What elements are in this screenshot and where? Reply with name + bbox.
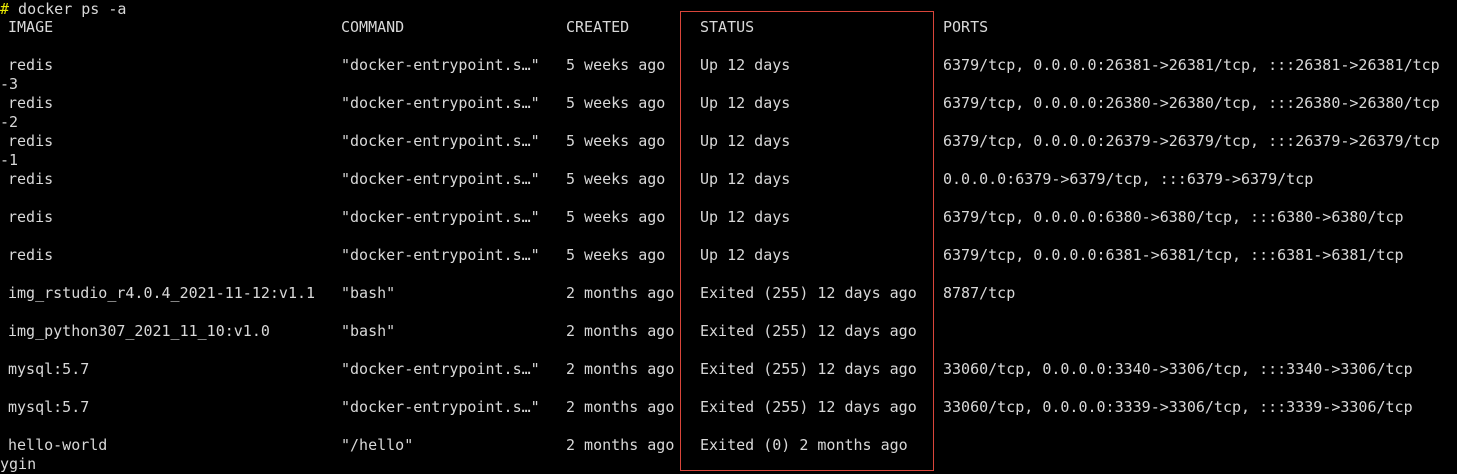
cell-ports: 33060/tcp, 0.0.0.0:3340->3306/tcp, :::33… [943, 360, 1413, 378]
wrapped-line-fragment: -3 [0, 75, 19, 93]
cell-ports: 6379/tcp, 0.0.0.0:26380->26380/tcp, :::2… [943, 94, 1440, 112]
cell-command: "bash" [341, 322, 396, 340]
cell-ports: 6379/tcp, 0.0.0.0:6381->6381/tcp, :::638… [943, 246, 1404, 264]
cell-command: "docker-entrypoint.s…" [341, 208, 540, 226]
cell-command: "docker-entrypoint.s…" [341, 170, 540, 188]
wrapped-line-fragment: ygin [0, 455, 37, 473]
header-ports: PORTS [943, 18, 989, 36]
table-row: redis "docker-entrypoint.s…" 5 weeks ago Up… [0, 94, 1457, 113]
cell-status: Up 12 days [700, 132, 791, 150]
cell-created: 2 months ago [566, 322, 675, 340]
table-row: redis "docker-entrypoint.s…" 5 weeks ago Up… [0, 170, 1457, 189]
cell-created: 2 months ago [566, 284, 675, 302]
cell-status: Exited (255) 12 days ago [700, 284, 917, 302]
cell-created: 5 weeks ago [566, 56, 666, 74]
cell-image: redis [8, 56, 54, 74]
wrapped-line-fragment: -1 [0, 151, 19, 169]
cell-created: 5 weeks ago [566, 246, 666, 264]
command-text: docker ps -a [9, 0, 127, 18]
cell-ports: 6379/tcp, 0.0.0.0:26379->26379/tcp, :::2… [943, 132, 1440, 150]
prompt-symbol: # [0, 0, 10, 18]
cell-created: 5 weeks ago [566, 170, 666, 188]
wrapped-line-fragment: -2 [0, 113, 19, 131]
cell-created: 5 weeks ago [566, 94, 666, 112]
cell-command: "docker-entrypoint.s…" [341, 360, 540, 378]
cell-status: Up 12 days [700, 170, 791, 188]
cell-command: "docker-entrypoint.s…" [341, 132, 540, 150]
cell-image: redis [8, 208, 54, 226]
header-status: STATUS [700, 18, 755, 36]
cell-created: 2 months ago [566, 398, 675, 416]
cell-status: Exited (255) 12 days ago [700, 322, 917, 340]
table-row: hello-world "/hello" 2 months ago Exited (0… [0, 436, 1457, 455]
cell-command: "docker-entrypoint.s…" [341, 94, 540, 112]
table-row: img_rstudio_r4.0.4_2021-11-12:v1.1 "bash"… [0, 284, 1457, 303]
table-row: redis "docker-entrypoint.s…" 5 weeks ago Up… [0, 56, 1457, 75]
cell-command: "docker-entrypoint.s…" [341, 56, 540, 74]
cell-image: mysql:5.7 [8, 398, 90, 416]
table-row: mysql:5.7 "docker-entrypoint.s…" 2 months … [0, 398, 1457, 417]
cell-status: Up 12 days [700, 94, 791, 112]
header-created: CREATED [566, 18, 630, 36]
cell-created: 5 weeks ago [566, 132, 666, 150]
cell-ports: 8787/tcp [943, 284, 1016, 302]
cell-command: "docker-entrypoint.s…" [341, 398, 540, 416]
table-row: img_python307_2021_11_10:v1.0 "bash" 2 mon… [0, 322, 1457, 341]
cell-status: Up 12 days [700, 56, 791, 74]
cell-image: redis [8, 94, 54, 112]
table-row: redis "docker-entrypoint.s…" 5 weeks ago Up… [0, 246, 1457, 265]
cell-image: img_rstudio_r4.0.4_2021-11-12:v1.1 [8, 284, 316, 302]
cell-status: Exited (255) 12 days ago [700, 360, 917, 378]
cell-ports: 0.0.0.0:6379->6379/tcp, :::6379->6379/tc… [943, 170, 1314, 188]
cell-command: "/hello" [341, 436, 414, 454]
terminal-window[interactable]: # docker ps -a IMAGE COMMAND CREATED STA… [0, 0, 1457, 474]
cell-ports: 6379/tcp, 0.0.0.0:6380->6380/tcp, :::638… [943, 208, 1404, 226]
cell-image: mysql:5.7 [8, 360, 90, 378]
table-row: redis "docker-entrypoint.s…" 5 weeks ago Up… [0, 208, 1457, 227]
cell-ports: 33060/tcp, 0.0.0.0:3339->3306/tcp, :::33… [943, 398, 1413, 416]
cell-created: 5 weeks ago [566, 208, 666, 226]
cell-image: redis [8, 170, 54, 188]
cell-status: Exited (255) 12 days ago [700, 398, 917, 416]
cell-image: img_python307_2021_11_10:v1.0 [8, 322, 270, 340]
cell-command: "bash" [341, 284, 396, 302]
command-line: # docker ps -a [0, 0, 126, 19]
cell-created: 2 months ago [566, 436, 675, 454]
cell-command: "docker-entrypoint.s…" [341, 246, 540, 264]
cell-status: Exited (0) 2 months ago [700, 436, 908, 454]
cell-image: redis [8, 132, 54, 150]
table-row: redis "docker-entrypoint.s…" 5 weeks ago Up… [0, 132, 1457, 151]
table-row: mysql:5.7 "docker-entrypoint.s…" 2 months … [0, 360, 1457, 379]
header-image: IMAGE [8, 18, 54, 36]
cell-status: Up 12 days [700, 208, 791, 226]
table-header: IMAGE COMMAND CREATED STATUS PORTS [0, 18, 1457, 37]
cell-status: Up 12 days [700, 246, 791, 264]
header-command: COMMAND [341, 18, 405, 36]
cell-image: hello-world [8, 436, 108, 454]
cell-created: 2 months ago [566, 360, 675, 378]
cell-ports: 6379/tcp, 0.0.0.0:26381->26381/tcp, :::2… [943, 56, 1440, 74]
cell-image: redis [8, 246, 54, 264]
